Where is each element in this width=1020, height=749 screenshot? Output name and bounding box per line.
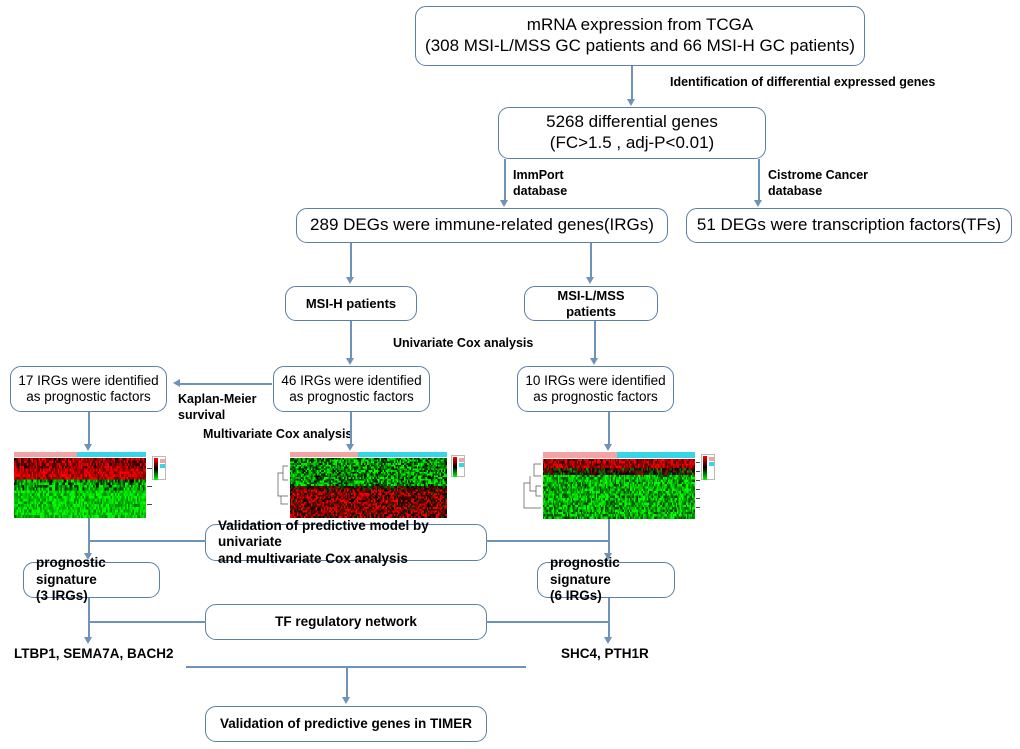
heatmap-msilmss-10irgs	[520, 450, 715, 520]
connector-msih-46irgs	[350, 321, 352, 359]
node-prognostic-signature-3: prognostic signature (3 IRGs)	[23, 555, 160, 603]
edge-label-univariate-cox: Univariate Cox analysis	[393, 336, 534, 350]
arrow-17irgs-heatmap1	[84, 444, 92, 451]
heatmap1-legend-gradient	[154, 458, 158, 480]
node-msi-h-patients: MSI-H patients	[285, 286, 417, 321]
heatmap3-dendrogram	[520, 460, 542, 516]
heatmap3-dendrogram-svg	[523, 463, 541, 509]
flowchart-canvas: mRNA expression from TCGA (308 MSI-L/MSS…	[0, 0, 1020, 749]
heatmap3-row-labels	[696, 460, 701, 518]
connector-irg-msilmss	[590, 243, 592, 278]
arrow-46irgs-17irgs	[173, 379, 180, 387]
heatmap1-group-annotation-bar	[14, 452, 146, 457]
heatmap3-group-pink	[543, 452, 618, 458]
connector-genes-timer	[346, 666, 348, 698]
arrow-sig3-genes	[84, 637, 92, 644]
node-prognostic-signature-6: prognostic signature (6 IRGs)	[537, 555, 675, 603]
arrow-genes-timer	[342, 697, 350, 704]
edge-label-kaplan-meier: Kaplan-Meier survival	[178, 392, 257, 422]
heatmap2-matrix	[290, 458, 447, 518]
connector-sig6-genes	[608, 598, 610, 638]
arrow-irg-msih	[346, 277, 354, 284]
node-10-irgs-prognostic: 10 IRGs were identified as prognostic fa…	[517, 366, 674, 412]
arrow-heatmap1-sig3	[84, 553, 92, 560]
edge-label-cistrome-database: Cistrome Cancer database	[768, 168, 869, 198]
heatmap-msih-17irgs	[14, 452, 166, 518]
heatmap2-dendrogram-svg	[277, 465, 288, 505]
node-tcga: mRNA expression from TCGA (308 MSI-L/MSS…	[415, 6, 865, 66]
heatmap1-group-cyan	[77, 452, 146, 457]
heatmap1-legend-key-cyan	[160, 464, 165, 468]
connector-sig3-genes	[88, 598, 90, 638]
connector-10irgs-heatmap3	[608, 412, 610, 445]
arrow-heatmap3-sig6	[604, 553, 612, 560]
heatmap3-legend-key-cyan	[709, 462, 714, 466]
heatmap2-dendrogram	[275, 460, 289, 514]
heatmap2-group-pink	[290, 452, 358, 457]
connector-tfnet-left-branch	[88, 621, 206, 623]
heatmap1-matrix	[14, 458, 146, 518]
node-differential-genes: 5268 differential genes (FC>1.5 , adj-P<…	[498, 107, 766, 159]
gene-list-left: LTBP1, SEMA7A, BACH2	[14, 646, 174, 661]
heatmap2-legend-key-pink	[459, 458, 464, 462]
connector-validation-left-branch	[88, 540, 206, 542]
edge-label-multivariate-cox: Multivariate Cox analysis	[203, 427, 353, 441]
heatmap2-group-annotation-bar	[290, 452, 447, 457]
edge-label-immport-database: ImmPort database	[513, 168, 568, 198]
arrow-msilmss-10irgs	[590, 358, 598, 365]
arrow-46irgs-heatmap2	[346, 444, 354, 451]
heatmap2-legend-key-cyan	[459, 463, 464, 467]
heatmap1-row-labels	[147, 460, 153, 516]
node-validation-timer: Validation of predictive genes in TIMER	[205, 706, 487, 742]
arrow-deg-tf	[754, 200, 762, 207]
node-validation-predictive-model: Validation of predictive model by univar…	[205, 518, 487, 566]
connector-genes-row	[186, 666, 526, 668]
connector-heatmap1-sig3	[88, 518, 90, 554]
arrow-tcga-deg	[627, 99, 635, 106]
heatmap2-legend	[451, 455, 465, 477]
connector-irg-msih	[350, 243, 352, 278]
arrow-deg-irg	[500, 200, 508, 207]
node-17-irgs-prognostic: 17 IRGs were identified as prognostic fa…	[10, 366, 167, 412]
heatmap3-legend	[701, 454, 715, 480]
heatmap1-legend	[152, 456, 166, 480]
heatmap3-matrix	[543, 459, 695, 519]
heatmap2-group-cyan	[357, 452, 447, 457]
node-tfs: 51 DEGs were transcription factors(TFs)	[686, 208, 1012, 243]
heatmap3-legend-key-pink	[709, 457, 714, 461]
edge-label-identification: Identification of differential expressed…	[670, 75, 936, 89]
node-46-irgs-prognostic: 46 IRGs were identified as prognostic fa…	[273, 366, 430, 412]
connector-tcga-deg	[631, 66, 633, 100]
connector-46irgs-heatmap2	[350, 412, 352, 445]
arrow-msih-46irgs	[346, 358, 354, 365]
connector-deg-tf	[758, 159, 760, 201]
connector-tfnet-right-branch	[486, 621, 609, 623]
node-tf-regulatory-network: TF regulatory network	[205, 604, 487, 640]
arrow-sig6-genes	[604, 637, 612, 644]
heatmap1-legend-key-pink	[160, 459, 165, 463]
arrow-irg-msilmss	[586, 277, 594, 284]
heatmap3-group-cyan	[617, 452, 695, 458]
connector-validation-right-branch	[486, 540, 609, 542]
heatmap3-legend-gradient	[703, 456, 707, 480]
connector-heatmap3-sig6	[608, 518, 610, 554]
connector-46irgs-17irgs	[180, 383, 272, 385]
connector-deg-irg	[504, 159, 506, 201]
heatmap-msih-46irgs	[275, 452, 465, 518]
gene-list-right: SHC4, PTH1R	[561, 646, 649, 661]
heatmap1-group-pink	[14, 452, 78, 457]
heatmap2-legend-gradient	[453, 457, 457, 477]
heatmap3-group-annotation-bar	[543, 452, 695, 458]
node-msi-l-mss-patients: MSI-L/MSS patients	[524, 286, 658, 321]
connector-msilmss-10irgs	[594, 321, 596, 359]
connector-17irgs-heatmap1	[88, 412, 90, 445]
node-irgs: 289 DEGs were immune-related genes(IRGs)	[296, 208, 668, 243]
